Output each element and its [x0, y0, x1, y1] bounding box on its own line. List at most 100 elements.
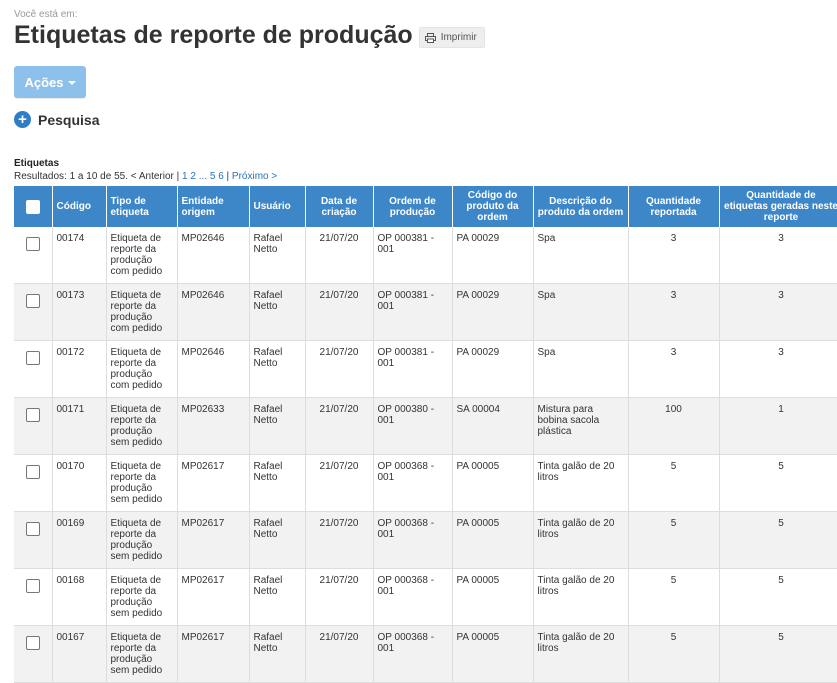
cell-qtd: 5 [628, 625, 720, 683]
cell-tipo: Etiqueta de reporte da produção sem pedi… [106, 454, 178, 512]
cell-entidade: MP02646 [177, 340, 250, 398]
cell-descricao: Mistura para bobina sacola plástica [533, 397, 629, 455]
row-select-cell[interactable] [14, 511, 53, 569]
cell-data: 21/07/20 [305, 227, 374, 284]
results-text: Resultados: 1 a 10 de 55. [14, 171, 128, 182]
row-select-cell[interactable] [14, 454, 53, 512]
cell-cod-produto: SA 00004 [452, 397, 534, 455]
table-row[interactable]: 00169 Etiqueta de reporte da produção sem… [14, 511, 837, 569]
cell-data: 21/07/20 [305, 397, 374, 455]
cell-data: 21/07/20 [305, 625, 374, 683]
cell-qtd-etiquetas: 3 [719, 227, 837, 284]
table-row[interactable]: 00173 Etiqueta de reporte da produção com… [14, 283, 837, 341]
cell-codigo: 00167 [52, 625, 107, 683]
column-header-ordem[interactable]: Ordem de produção [373, 186, 453, 227]
cell-descricao: Spa [533, 227, 629, 284]
table-row[interactable]: 00167 Etiqueta de reporte da produção sem… [14, 625, 837, 683]
row-select-cell[interactable] [14, 283, 53, 341]
row-select-cell[interactable] [14, 227, 53, 284]
table-header-row: Código Tipo de etiqueta Entidade origem … [14, 186, 837, 227]
cell-usuario: Rafael Netto [249, 340, 306, 398]
column-header-qtd-etiquetas[interactable]: Quantidade de etiquetas geradas neste re… [719, 186, 837, 227]
print-label: Imprimir [440, 32, 477, 43]
cell-qtd-etiquetas: 5 [719, 568, 837, 626]
cell-ordem: OP 000381 - 001 [373, 283, 453, 341]
actions-label: Ações [24, 74, 64, 90]
cell-descricao: Tinta galão de 20 litros [533, 511, 629, 569]
column-header-descricao[interactable]: Descrição do produto da ordem [533, 186, 629, 227]
cell-codigo: 00172 [52, 340, 107, 398]
section-title: Etiquetas [14, 158, 60, 169]
labels-table-container: Código Tipo de etiqueta Entidade origem … [14, 186, 837, 683]
cell-usuario: Rafael Netto [249, 227, 306, 284]
column-header-tipo[interactable]: Tipo de etiqueta [106, 186, 178, 227]
cell-cod-produto: PA 00029 [452, 227, 534, 284]
column-header-data[interactable]: Data de criação [305, 186, 374, 227]
cell-codigo: 00174 [52, 227, 107, 284]
print-button[interactable]: Imprimir [418, 27, 485, 48]
cell-tipo: Etiqueta de reporte da produção sem pedi… [106, 511, 178, 569]
prev-page-link[interactable]: < Anterior [131, 171, 174, 182]
cell-descricao: Spa [533, 340, 629, 398]
cell-tipo: Etiqueta de reporte da produção sem pedi… [106, 625, 178, 683]
column-header-codigo[interactable]: Código [52, 186, 107, 227]
row-checkbox[interactable] [25, 522, 40, 536]
page-link-2[interactable]: 2 [190, 171, 196, 182]
cell-tipo: Etiqueta de reporte da produção com pedi… [106, 227, 178, 284]
cell-usuario: Rafael Netto [249, 283, 306, 341]
row-select-cell[interactable] [14, 340, 53, 398]
search-toggle[interactable]: + Pesquisa [14, 111, 99, 128]
row-select-cell[interactable] [14, 625, 53, 683]
page-link-6[interactable]: 6 [218, 171, 224, 182]
cell-usuario: Rafael Netto [249, 568, 306, 626]
cell-data: 21/07/20 [305, 568, 374, 626]
cell-entidade: MP02617 [177, 511, 250, 569]
row-select-cell[interactable] [14, 568, 53, 626]
page-link-1[interactable]: 1 [182, 171, 188, 182]
table-row[interactable]: 00170 Etiqueta de reporte da produção sem… [14, 454, 837, 512]
labels-table: Código Tipo de etiqueta Entidade origem … [14, 186, 837, 683]
row-select-cell[interactable] [14, 397, 53, 455]
row-checkbox[interactable] [25, 636, 40, 650]
printer-icon [424, 32, 436, 43]
cell-codigo: 00169 [52, 511, 107, 569]
row-checkbox[interactable] [25, 237, 40, 251]
table-row[interactable]: 00171 Etiqueta de reporte da produção sem… [14, 397, 837, 455]
table-row[interactable]: 00172 Etiqueta de reporte da produção com… [14, 340, 837, 398]
row-checkbox[interactable] [25, 351, 40, 365]
search-label: Pesquisa [38, 111, 100, 128]
row-checkbox[interactable] [25, 408, 40, 422]
cell-usuario: Rafael Netto [249, 511, 306, 569]
column-header-qtd[interactable]: Quantidade reportada [628, 186, 720, 227]
column-header-entidade[interactable]: Entidade origem [177, 186, 250, 227]
cell-entidade: MP02633 [177, 397, 250, 455]
cell-tipo: Etiqueta de reporte da produção sem pedi… [106, 568, 178, 626]
cell-cod-produto: PA 00029 [452, 340, 534, 398]
cell-data: 21/07/20 [305, 454, 374, 512]
actions-button[interactable]: Ações [14, 66, 86, 98]
cell-ordem: OP 000380 - 001 [373, 397, 453, 455]
cell-usuario: Rafael Netto [249, 397, 306, 455]
row-checkbox[interactable] [25, 579, 40, 593]
next-page-link[interactable]: Próximo > [232, 171, 277, 182]
plus-circle-icon: + [14, 111, 31, 128]
cell-usuario: Rafael Netto [249, 625, 306, 683]
cell-cod-produto: PA 00005 [452, 511, 534, 569]
pagination: Resultados: 1 a 10 de 55. < Anterior | 1… [14, 171, 277, 182]
row-checkbox[interactable] [25, 294, 40, 308]
table-row[interactable]: 00168 Etiqueta de reporte da produção sem… [14, 568, 837, 626]
row-checkbox[interactable] [25, 465, 40, 479]
column-header-usuario[interactable]: Usuário [249, 186, 306, 227]
column-header-cod-produto[interactable]: Código do produto da ordem [452, 186, 534, 227]
select-all-checkbox[interactable] [25, 199, 40, 214]
pagination-separator: | [226, 171, 230, 182]
table-row[interactable]: 00174 Etiqueta de reporte da produção com… [14, 227, 837, 284]
page-link-5[interactable]: 5 [210, 171, 216, 182]
pagination-separator: | [176, 171, 180, 182]
cell-tipo: Etiqueta de reporte da produção com pedi… [106, 283, 178, 341]
cell-tipo: Etiqueta de reporte da produção com pedi… [106, 340, 178, 398]
cell-codigo: 00170 [52, 454, 107, 512]
select-all-header[interactable] [14, 186, 53, 227]
cell-ordem: OP 000368 - 001 [373, 625, 453, 683]
cell-entidade: MP02646 [177, 283, 250, 341]
